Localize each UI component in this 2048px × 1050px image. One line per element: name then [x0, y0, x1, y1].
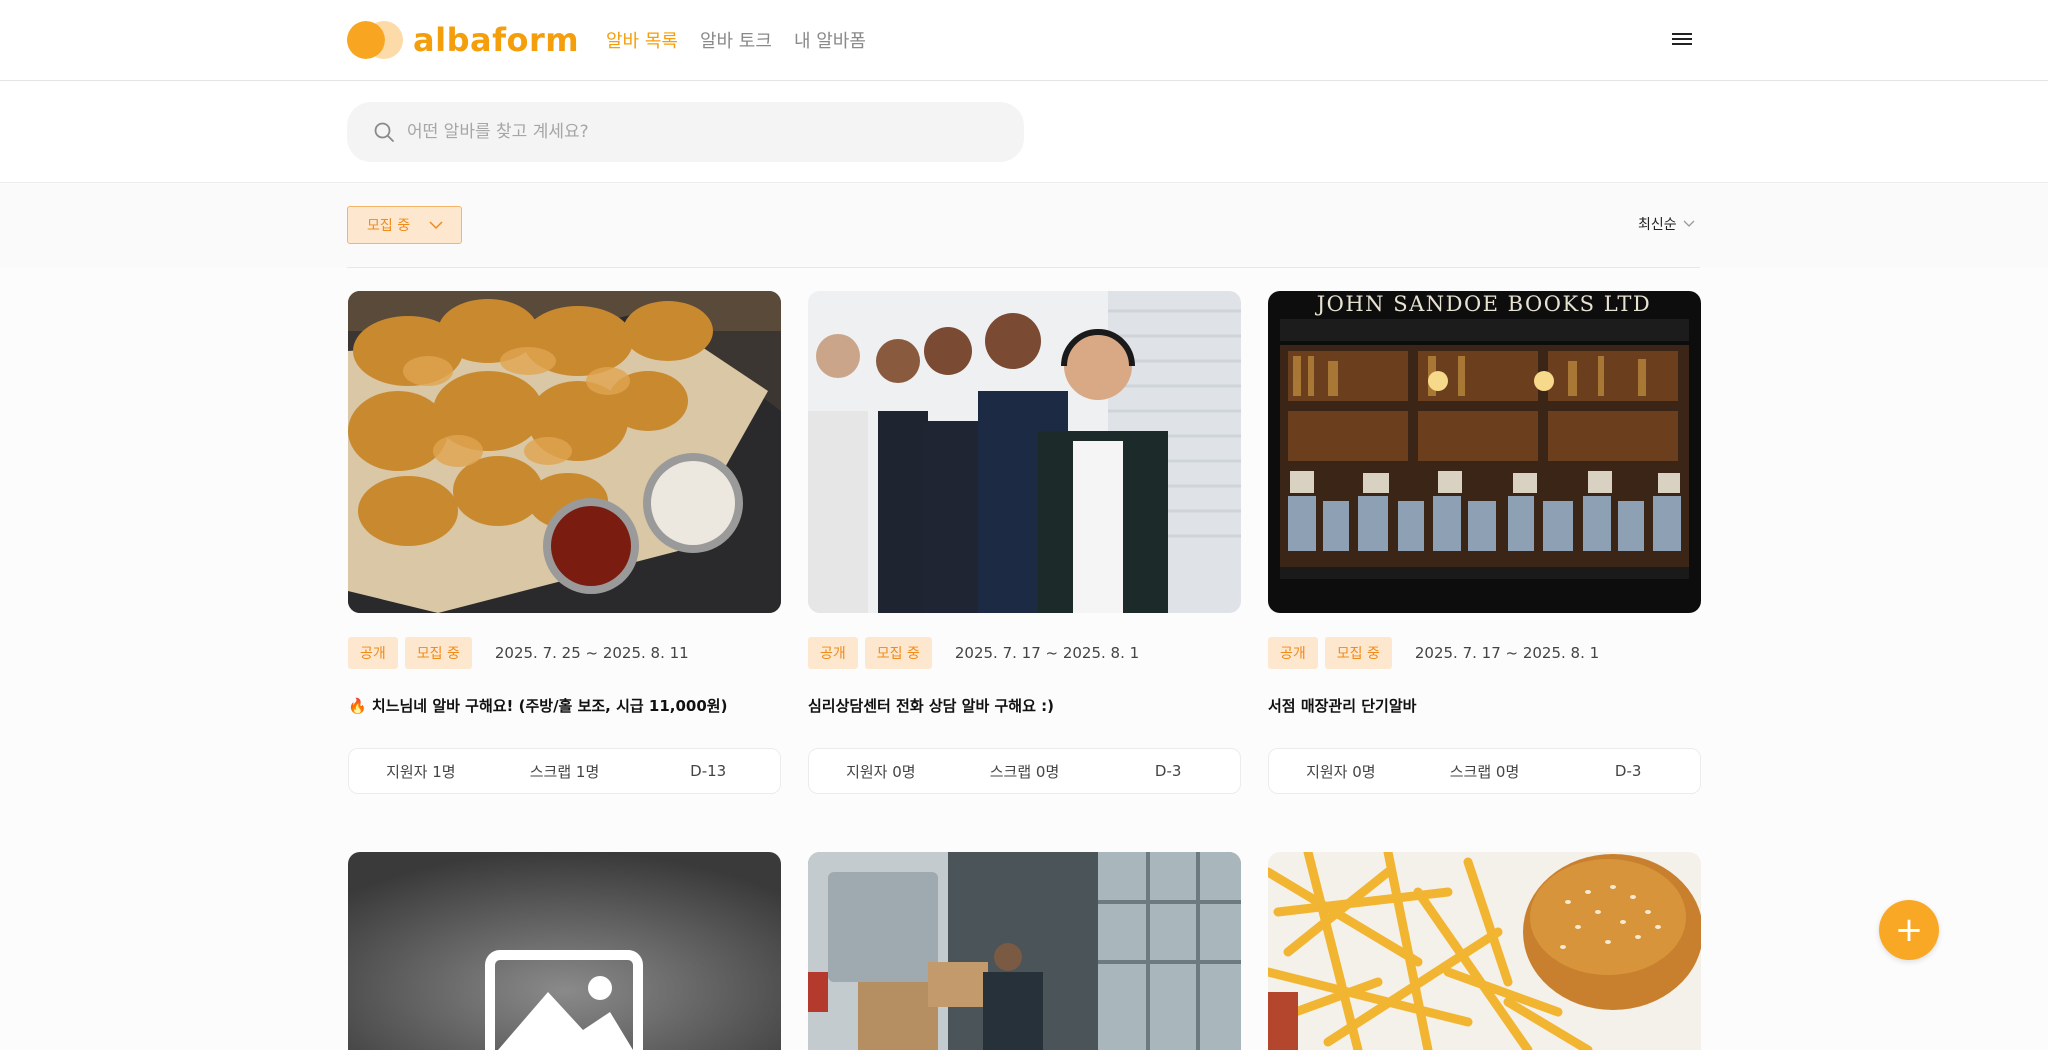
visibility-badge: 공개 — [808, 637, 858, 669]
scrap-count: 스크랩 0명 — [1449, 762, 1520, 781]
job-card[interactable] — [348, 852, 781, 1050]
main-nav: 알바 목록 알바 토크 내 알바폼 — [606, 27, 866, 53]
logo-text: albaform — [413, 21, 580, 59]
recruit-period: 2025. 7. 25 ~ 2025. 8. 11 — [494, 644, 689, 662]
search-box[interactable] — [347, 102, 1024, 162]
job-card[interactable] — [1268, 852, 1701, 1050]
search-icon — [374, 122, 394, 142]
add-job-button[interactable]: + — [1879, 900, 1939, 960]
recruit-period: 2025. 7. 17 ~ 2025. 8. 1 — [954, 644, 1140, 662]
card-stats: 지원자 0명 스크랩 0명 D-3 — [1268, 748, 1701, 794]
hamburger-menu-icon[interactable] — [1672, 30, 1694, 50]
card-title[interactable]: 서점 매장관리 단기알바 — [1268, 695, 1416, 716]
sort-label: 최신순 — [1638, 217, 1677, 233]
scrap-count: 스크랩 0명 — [989, 762, 1060, 781]
burger-fries-photo[interactable] — [1268, 852, 1701, 1050]
d-day: D-3 — [1154, 762, 1182, 780]
divider — [347, 267, 1700, 268]
call-center-team-photo[interactable] — [808, 291, 1241, 613]
nav-item-my-albaform[interactable]: 내 알바폼 — [794, 27, 866, 53]
search-section — [0, 82, 2048, 183]
card-tags: 공개 모집 중 2025. 7. 17 ~ 2025. 8. 1 — [808, 637, 1139, 669]
recruit-period: 2025. 7. 17 ~ 2025. 8. 1 — [1414, 644, 1600, 662]
recruit-status-label: 모집 중 — [367, 218, 411, 234]
status-badge: 모집 중 — [1324, 637, 1392, 669]
d-day: D-13 — [690, 762, 727, 780]
image-placeholder-icon[interactable] — [348, 852, 781, 1050]
delivery-van-photo[interactable] — [808, 852, 1241, 1050]
plus-icon: + — [1894, 910, 1924, 950]
card-title[interactable]: 🔥 치느님네 알바 구해요! (주방/홀 보조, 시급 11,000원) — [348, 695, 727, 716]
card-tags: 공개 모집 중 2025. 7. 17 ~ 2025. 8. 1 — [1268, 637, 1599, 669]
job-card[interactable]: JOHN SANDOE BOOKS LTD 공개 모집 중 2025. 7. 1… — [1268, 291, 1701, 794]
status-badge: 모집 중 — [864, 637, 932, 669]
sort-dropdown[interactable]: 최신순 — [1638, 214, 1695, 234]
applicant-count: 지원자 0명 — [846, 762, 916, 781]
recruit-status-dropdown[interactable]: 모집 중 — [347, 206, 462, 244]
search-input[interactable] — [407, 122, 967, 142]
visibility-badge: 공개 — [348, 637, 398, 669]
nav-item-alba-talk[interactable]: 알바 토크 — [700, 27, 772, 53]
job-card[interactable]: 공개 모집 중 2025. 7. 25 ~ 2025. 8. 11 🔥 치느님네… — [348, 291, 781, 794]
job-card[interactable] — [808, 852, 1241, 1050]
card-stats: 지원자 0명 스크랩 0명 D-3 — [808, 748, 1241, 794]
card-stats: 지원자 1명 스크랩 1명 D-13 — [348, 748, 781, 794]
status-badge: 모집 중 — [404, 637, 472, 669]
applicant-count: 지원자 0명 — [1306, 762, 1376, 781]
bookstore-sign-text: JOHN SANDOE BOOKS LTD — [1315, 292, 1652, 316]
d-day: D-3 — [1614, 762, 1642, 780]
nav-item-job-list[interactable]: 알바 목록 — [606, 27, 678, 53]
chevron-down-icon — [429, 221, 443, 230]
chevron-down-icon — [1683, 220, 1695, 227]
top-header: albaform 알바 목록 알바 토크 내 알바폼 — [0, 0, 2048, 81]
albaform-logo[interactable]: albaform — [347, 21, 579, 59]
job-card[interactable]: 공개 모집 중 2025. 7. 17 ~ 2025. 8. 1 심리상담센터 … — [808, 291, 1241, 794]
bookstore-photo[interactable]: JOHN SANDOE BOOKS LTD — [1268, 291, 1701, 613]
scrap-count: 스크랩 1명 — [529, 762, 600, 781]
logo-mark-icon — [347, 21, 403, 59]
visibility-badge: 공개 — [1268, 637, 1318, 669]
card-title[interactable]: 심리상담센터 전화 상담 알바 구해요 :) — [808, 695, 1054, 716]
card-tags: 공개 모집 중 2025. 7. 25 ~ 2025. 8. 11 — [348, 637, 689, 669]
applicant-count: 지원자 1명 — [386, 762, 456, 781]
fried-chicken-photo[interactable] — [348, 291, 781, 613]
filter-bar — [0, 184, 2048, 268]
